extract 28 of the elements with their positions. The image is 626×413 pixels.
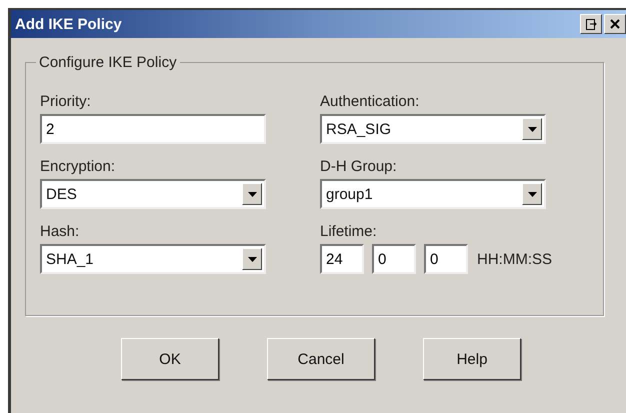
group-title: Configure IKE Policy <box>36 54 180 71</box>
dropdown-arrow-icon <box>248 256 256 262</box>
dropdown-arrow-icon <box>528 126 536 132</box>
close-icon <box>610 19 620 29</box>
priority-field[interactable]: 2 <box>40 114 266 144</box>
window-title: Add IKE Policy <box>15 16 122 32</box>
field-label: Encryption: <box>40 158 116 175</box>
time-field[interactable]: 0 <box>424 244 468 274</box>
dialog-button[interactable]: Help <box>423 338 521 380</box>
field-label: D-H Group: <box>320 158 398 175</box>
dropdown[interactable]: DES <box>40 179 266 209</box>
dropdown-arrow-icon <box>248 192 256 196</box>
time-field[interactable]: 24 <box>320 244 364 274</box>
undock-button[interactable] <box>580 14 602 34</box>
time-field[interactable]: 0 <box>372 244 416 274</box>
dropdown[interactable]: group1 <box>320 179 546 209</box>
field-label: Hash: <box>40 223 80 240</box>
dropdown[interactable]: SHA_1 <box>40 244 266 274</box>
undock-icon <box>586 18 596 30</box>
dropdown-arrow-icon <box>528 192 536 196</box>
dialog-button[interactable]: Cancel <box>267 338 375 380</box>
dialog-button[interactable]: OK <box>121 338 219 380</box>
close-button[interactable] <box>604 14 626 34</box>
dropdown[interactable]: RSA_SIG <box>320 114 546 144</box>
time-format: HH:MM:SS <box>477 250 552 268</box>
field-label: Authentication: <box>320 93 420 110</box>
field-label: Lifetime: <box>320 223 378 240</box>
field-label: Priority: <box>40 93 92 110</box>
